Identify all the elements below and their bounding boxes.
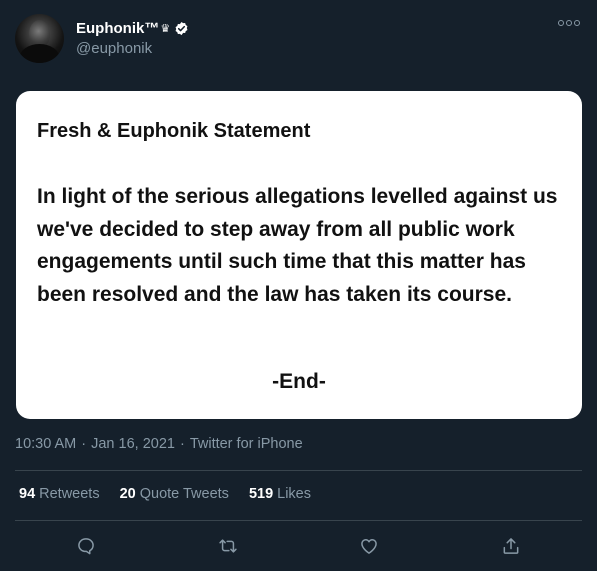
likes-label: Likes xyxy=(277,486,311,502)
user-handle[interactable]: @euphonik xyxy=(76,40,189,57)
reply-button[interactable] xyxy=(73,533,99,559)
retweets-stat[interactable]: 94 Retweets xyxy=(19,486,100,502)
like-icon xyxy=(361,539,377,554)
divider xyxy=(15,470,582,471)
statement-end: -End- xyxy=(272,370,326,393)
quote-tweets-count: 20 xyxy=(119,486,136,502)
statement-body: In light of the serious allegations leve… xyxy=(37,185,558,306)
tweet: Euphonik™ ♛ @euphonik Fresh & Euphonik S… xyxy=(0,0,597,571)
divider xyxy=(15,520,582,521)
quote-tweets-stat[interactable]: 20 Quote Tweets xyxy=(120,486,229,502)
like-button[interactable] xyxy=(356,533,382,559)
avatar-shoulders xyxy=(19,44,60,63)
more-dot xyxy=(566,20,572,26)
meta-separator: · xyxy=(179,436,185,452)
user-names: Euphonik™ ♛ @euphonik xyxy=(76,17,189,57)
verified-badge-icon xyxy=(175,21,188,35)
tweet-meta: 10:30 AM · Jan 16, 2021 · Twitter for iP… xyxy=(15,436,303,452)
reply-icon xyxy=(78,538,94,555)
share-icon xyxy=(503,538,519,554)
display-name[interactable]: Euphonik™ xyxy=(76,20,159,37)
crown-icon: ♛ xyxy=(160,22,171,35)
retweet-icon xyxy=(219,539,237,553)
tweet-source[interactable]: Twitter for iPhone xyxy=(190,436,303,452)
retweets-label: Retweets xyxy=(39,486,100,502)
display-name-row: Euphonik™ ♛ xyxy=(76,17,189,39)
quote-tweets-label: Quote Tweets xyxy=(139,486,229,502)
tweet-stats: 94 Retweets 20 Quote Tweets 519 Likes xyxy=(19,486,311,502)
retweet-button[interactable] xyxy=(215,533,241,559)
more-options-icon[interactable] xyxy=(558,20,580,26)
more-dot xyxy=(574,20,580,26)
tweet-image[interactable]: Fresh & Euphonik Statement In light of t… xyxy=(16,91,582,419)
tweet-date[interactable]: Jan 16, 2021 xyxy=(91,436,175,452)
tweet-header: Euphonik™ ♛ @euphonik xyxy=(15,14,585,64)
more-dot xyxy=(558,20,564,26)
tweet-actions xyxy=(0,533,597,559)
retweets-count: 94 xyxy=(19,486,36,502)
statement-title: Fresh & Euphonik Statement xyxy=(37,120,311,142)
avatar[interactable] xyxy=(15,14,64,63)
share-button[interactable] xyxy=(498,533,524,559)
likes-stat[interactable]: 519 Likes xyxy=(249,486,311,502)
likes-count: 519 xyxy=(248,486,274,502)
tweet-time[interactable]: 10:30 AM xyxy=(15,436,76,452)
meta-separator: · xyxy=(81,436,87,452)
